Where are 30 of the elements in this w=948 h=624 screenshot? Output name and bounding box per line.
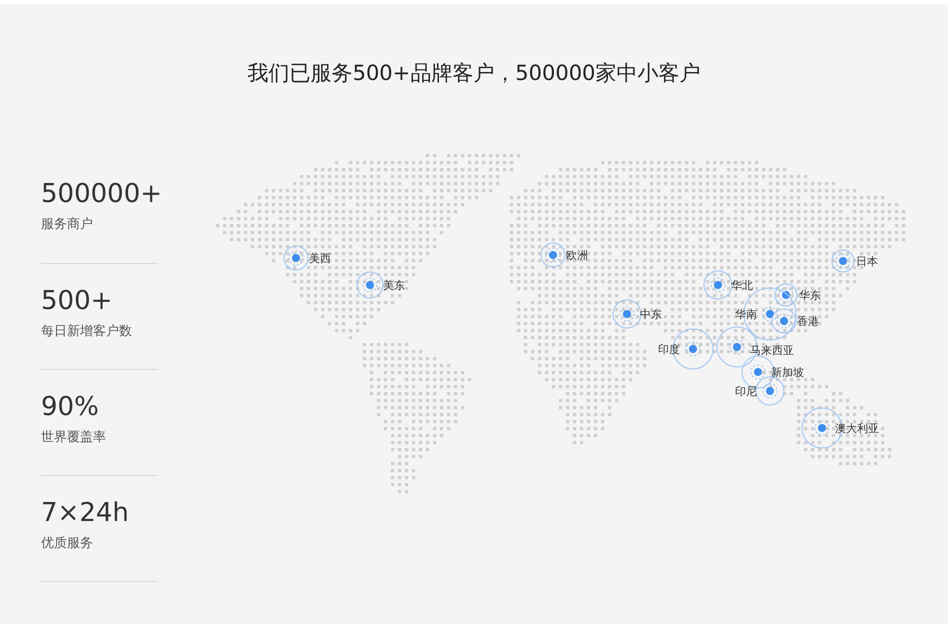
stat-value: 500+ [41, 285, 112, 318]
location-label: 香港 [797, 315, 819, 328]
location-label: 马来西亚 [750, 344, 794, 357]
stat-value: 7×24h [41, 497, 129, 530]
location-label: 华南 [735, 308, 757, 321]
location-marker [540, 242, 566, 268]
location-label: 美西 [309, 252, 331, 265]
location-label: 华北 [731, 279, 753, 292]
stat-label: 服务商户 [41, 216, 94, 233]
location-marker [756, 376, 784, 406]
location-label: 印尼 [735, 385, 757, 398]
stat-value: 90% [41, 391, 99, 424]
page-heading: 我们已服务500+品牌客户，500000家中小客户 [246, 60, 702, 87]
location-marker [832, 250, 854, 272]
location-label: 日本 [856, 255, 878, 268]
location-label: 澳大利亚 [835, 422, 879, 435]
stat-label: 世界覆盖率 [41, 429, 107, 446]
location-marker [284, 246, 308, 270]
location-label: 新加坡 [771, 366, 804, 379]
location-label: 美东 [383, 279, 405, 292]
location-label: 华东 [799, 289, 821, 302]
location-label: 中东 [640, 308, 662, 321]
stat-label: 优质服务 [41, 535, 94, 552]
location-marker [704, 270, 732, 300]
stat-value: 500000+ [41, 178, 162, 211]
location-label: 印度 [658, 343, 680, 356]
location-marker [612, 300, 642, 328]
location-marker [356, 272, 384, 298]
location-label: 欧洲 [566, 249, 588, 262]
stat-label: 每日新增客户数 [41, 323, 133, 340]
